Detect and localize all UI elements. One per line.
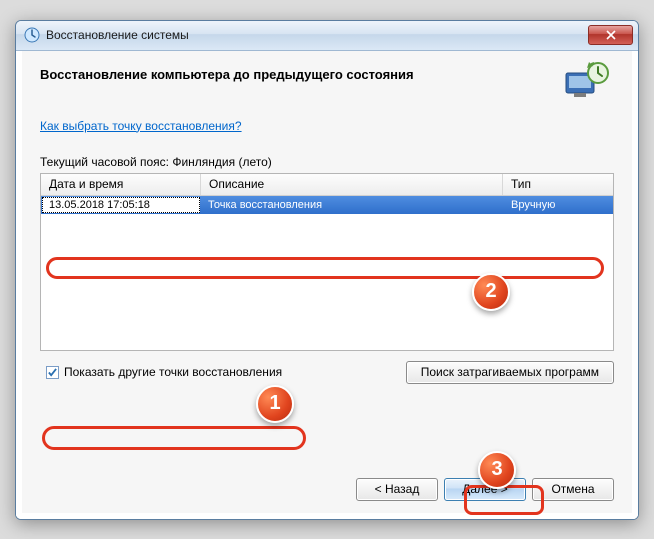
col-header-type[interactable]: Тип [503,174,613,195]
scan-affected-button[interactable]: Поиск затрагиваемых программ [406,361,614,384]
checkbox-box [46,366,59,379]
col-header-description[interactable]: Описание [201,174,503,195]
window-title: Восстановление системы [46,28,189,42]
cell-type: Вручную [503,199,613,211]
restore-wizard-icon [562,61,610,101]
back-button[interactable]: < Назад [356,478,438,501]
next-button[interactable]: Далее > [444,478,526,501]
page-heading: Восстановление компьютера до предыдущего… [40,67,552,82]
checkbox-label: Показать другие точки восстановления [64,365,282,379]
titlebar[interactable]: Восстановление системы [16,21,638,51]
system-restore-window: Восстановление системы Восстановление ко… [15,20,639,520]
wizard-content: Восстановление компьютера до предыдущего… [16,51,638,519]
table-row[interactable]: 13.05.2018 17:05:18 Точка восстановления… [41,196,613,214]
restore-points-table[interactable]: Дата и время Описание Тип 13.05.2018 17:… [40,173,614,351]
system-restore-icon [24,27,40,43]
table-header: Дата и время Описание Тип [41,174,613,196]
cancel-button[interactable]: Отмена [532,478,614,501]
cell-description: Точка восстановления [200,199,503,211]
cell-datetime: 13.05.2018 17:05:18 [42,197,200,213]
help-link[interactable]: Как выбрать точку восстановления? [40,119,614,133]
close-button[interactable] [588,25,633,45]
show-more-points-checkbox[interactable]: Показать другие точки восстановления [40,363,288,381]
wizard-footer: < Назад Далее > Отмена [40,458,614,501]
annotation-badge-1: 1 [256,385,294,423]
col-header-datetime[interactable]: Дата и время [41,174,201,195]
timezone-label: Текущий часовой пояс: Финляндия (лето) [40,155,614,169]
annotation-highlight-checkbox [42,426,306,450]
